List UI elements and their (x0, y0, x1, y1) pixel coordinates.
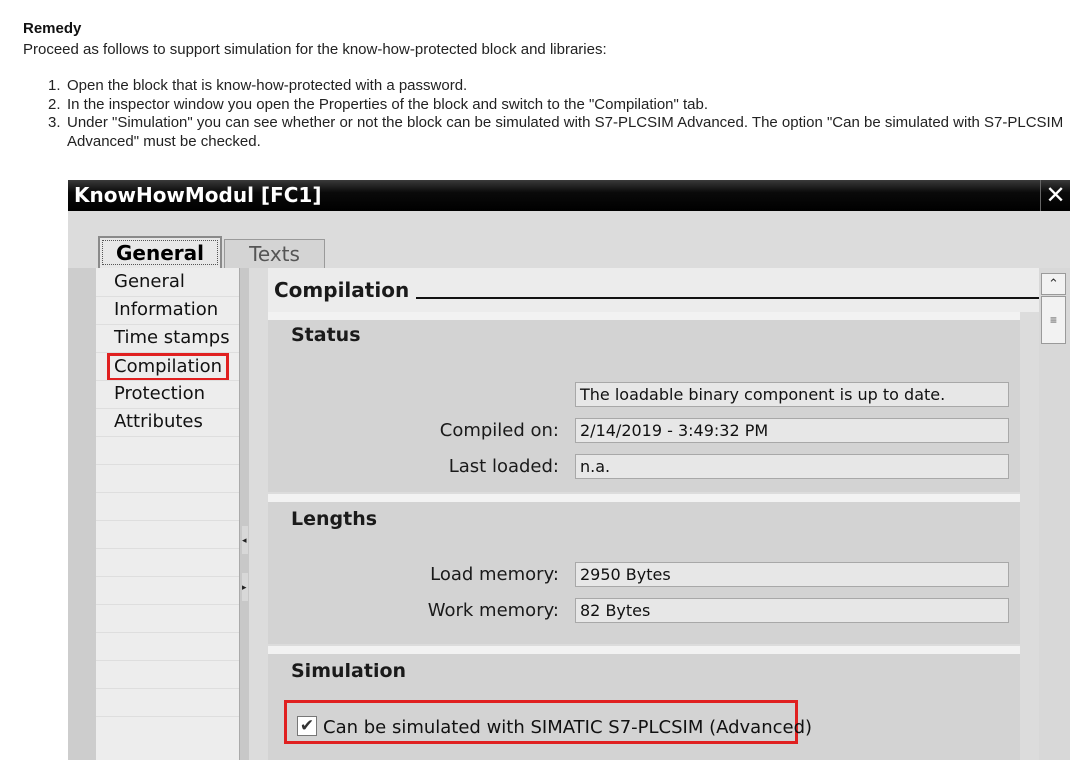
status-state-field: The loadable binary component is up to d… (575, 382, 1009, 407)
tab-texts[interactable]: Texts (224, 239, 325, 269)
nav-item-information[interactable]: Information (110, 296, 222, 324)
nav-item-general[interactable]: General (110, 268, 189, 296)
nav-divider (96, 716, 239, 717)
dialog-title: KnowHowModul [FC1] (74, 183, 322, 207)
nav-item-attributes[interactable]: Attributes (110, 408, 207, 436)
step-text: In the inspector window you open the Pro… (67, 95, 709, 113)
nav-divider (96, 660, 239, 661)
nav-divider (96, 632, 239, 633)
nav-divider (96, 464, 239, 465)
scroll-up-icon[interactable]: ⌃ (1041, 273, 1066, 295)
step-number: 2. (48, 95, 61, 113)
simulation-checkbox[interactable]: ✔ (297, 716, 317, 736)
step-text: Under "Simulation" you can see whether o… (67, 114, 1064, 150)
status-heading: Status (291, 324, 361, 346)
section-title: Compilation (274, 278, 410, 302)
step-item: 1. Open the block that is know-how-protec… (48, 77, 1087, 96)
nav-divider (96, 576, 239, 577)
simulation-highlight: ✔ Can be simulated with SIMATIC S7-PLCSI… (284, 700, 812, 744)
last-loaded-label: Last loaded: (448, 456, 559, 477)
section-rule (416, 297, 1039, 299)
nav-item-compilation[interactable]: Compilation (107, 353, 230, 381)
expand-right-icon[interactable]: ▸ (242, 573, 248, 601)
load-memory-field: 2950 Bytes (575, 562, 1009, 587)
close-icon[interactable]: ✕ (1040, 180, 1070, 211)
lengths-group: Lengths Load memory: 2950 Bytes Work mem… (268, 494, 1020, 644)
properties-nav: General Information Time stamps Compilat… (96, 268, 239, 760)
last-loaded-field: n.a. (575, 454, 1009, 479)
nav-divider (96, 492, 239, 493)
doc-heading: Remedy (23, 20, 82, 37)
step-number: 3. (48, 114, 61, 131)
vertical-scrollbar[interactable]: ⌃ ≡ (1039, 268, 1070, 760)
compiled-on-field: 2/14/2019 - 3:49:32 PM (575, 418, 1009, 443)
dialog-titlebar: KnowHowModul [FC1] ✕ (68, 180, 1070, 211)
nav-item-protection[interactable]: Protection (110, 380, 209, 408)
section-header: Compilation (268, 268, 1039, 312)
load-memory-label: Load memory: (430, 564, 559, 585)
properties-content: Compilation Status The loadable binary c… (249, 268, 1039, 760)
lengths-heading: Lengths (291, 508, 378, 530)
step-number: 1. (48, 77, 61, 94)
scroll-thumb[interactable]: ≡ (1041, 296, 1066, 344)
nav-divider (96, 436, 239, 437)
nav-item-time-stamps[interactable]: Time stamps (110, 324, 234, 352)
collapse-left-icon[interactable]: ◂ (242, 526, 248, 554)
step-text: Open the block that is know-how-protecte… (67, 77, 468, 94)
nav-divider (96, 548, 239, 549)
step-item: 3. Under "Simulation" you can see whether… (48, 114, 1087, 151)
simulation-option-label[interactable]: Can be simulated with SIMATIC S7-PLCSIM … (323, 717, 812, 738)
simulation-group: Simulation ✔ Can be simulated with SIMAT… (268, 646, 1020, 760)
nav-divider (96, 520, 239, 521)
work-memory-field: 82 Bytes (575, 598, 1009, 623)
inspector-dialog-screenshot: KnowHowModul [FC1] ✕ General Texts Gener… (68, 180, 1070, 760)
work-memory-label: Work memory: (427, 600, 559, 621)
nav-divider (96, 688, 239, 689)
steps-list: 1. Open the block that is know-how-protec… (48, 77, 1087, 151)
tab-bar: General Texts (68, 211, 1070, 269)
status-group: Status The loadable binary component is … (268, 312, 1020, 492)
tab-general[interactable]: General (98, 236, 222, 269)
nav-divider (96, 604, 239, 605)
simulation-heading: Simulation (291, 660, 407, 682)
panel-splitter[interactable]: ◂ ▸ (239, 268, 249, 760)
compiled-on-label: Compiled on: (439, 420, 559, 441)
step-item: 2. In the inspector window you open the P… (48, 96, 1087, 115)
doc-intro: Proceed as follows to support simulation… (23, 41, 607, 58)
